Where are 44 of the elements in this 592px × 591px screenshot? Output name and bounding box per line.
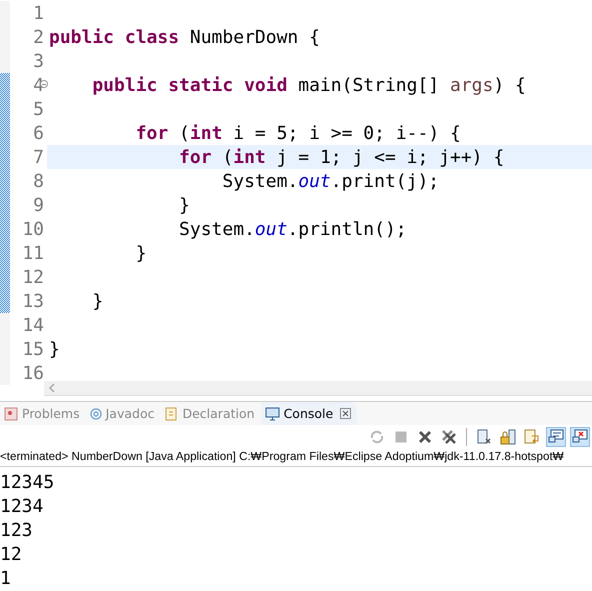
problems-icon (4, 406, 18, 421)
code-line: } (134, 242, 147, 264)
code-line: } (49, 338, 60, 360)
console-output-line: 12 (0, 543, 23, 567)
document-icon (164, 406, 178, 421)
code-line: System.out.print(j); (221, 170, 440, 192)
horizontal-scrollbar[interactable] (44, 381, 592, 396)
line-number: 10 (22, 218, 44, 240)
tab-label: Problems (22, 406, 80, 422)
tab-label: Console (284, 406, 334, 422)
code-line: } (178, 194, 190, 216)
tab-label: Javadoc (106, 406, 154, 422)
code-line: for (int j = 1; j <= i; j++) { (178, 146, 504, 168)
code-line: } (91, 290, 104, 312)
console-output-line: 1 (0, 567, 12, 591)
view-tab[interactable]: Declaration (160, 402, 261, 426)
line-number: 3 (33, 50, 44, 72)
view-tab[interactable]: Javadoc (86, 402, 160, 426)
close-icon[interactable] (340, 408, 352, 420)
code-line: System.out.println(); (178, 218, 407, 240)
code-line: public class NumberDown { (49, 26, 320, 48)
line-number: 16 (22, 362, 44, 384)
line-number: 12 (22, 266, 44, 288)
line-number: 2 (33, 26, 44, 48)
view-tab[interactable]: Console (260, 402, 358, 426)
line-number: 5 (33, 98, 44, 120)
line-number: 15 (22, 338, 44, 360)
line-number: 13 (22, 290, 44, 312)
tab-label: Declaration (182, 406, 255, 422)
line-number: 14 (22, 314, 44, 336)
code-line: public static void main(String[] args) { (91, 74, 526, 96)
view-tab[interactable]: Problems (0, 402, 86, 426)
console-output-line: 1234 (0, 495, 44, 519)
code-line: for (int i = 5; i >= 0; i--) { (134, 122, 461, 144)
monitor-icon (264, 406, 280, 421)
line-number: 11 (22, 242, 44, 264)
line-number: 6 (33, 122, 44, 144)
line-number: 7 (33, 146, 44, 168)
line-number: 8 (33, 170, 44, 192)
line-number: 1 (33, 2, 44, 24)
line-number: 9 (33, 194, 44, 216)
console-output-line: 123 (0, 519, 34, 543)
console-output-line: 12345 (0, 471, 56, 495)
console-status: <terminated> NumberDown [Java Application] C:₩Program Files₩Eclipse Adoptium₩jdk-11.0.17.8-hotspot₩ (0, 448, 592, 467)
